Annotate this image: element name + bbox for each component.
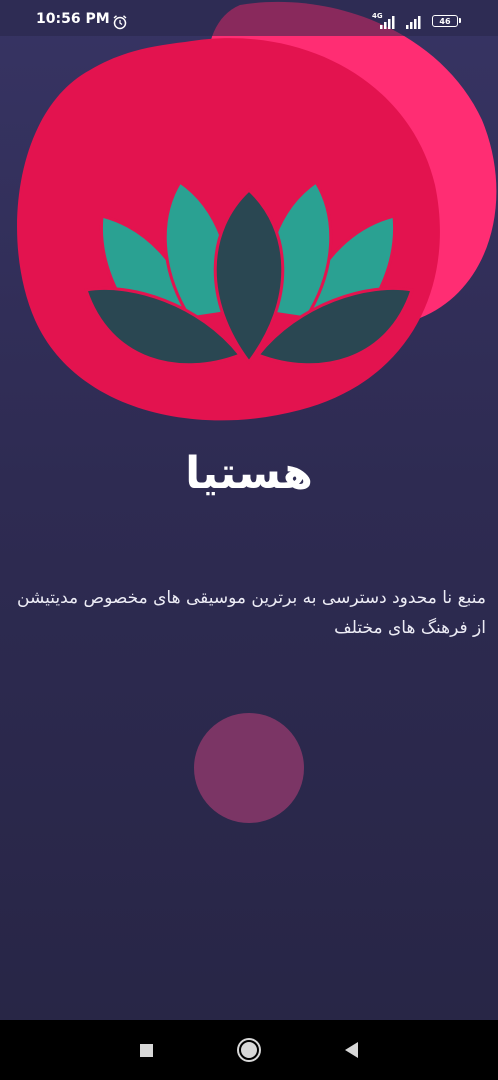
- battery-level: 46: [439, 16, 451, 26]
- status-bar: 10:56 PM 4G 46: [0, 0, 498, 36]
- alarm-icon: [113, 15, 127, 30]
- signal-icon: [380, 16, 395, 29]
- start-button[interactable]: [194, 713, 304, 823]
- app-tagline: منبع نا محدود دسترسی به برترین موسیقی ها…: [17, 588, 486, 638]
- home-button[interactable]: [219, 1020, 279, 1080]
- status-time: 10:56 PM: [36, 11, 110, 27]
- recent-apps-button[interactable]: [116, 1020, 176, 1080]
- back-icon: [344, 1042, 358, 1058]
- battery-icon: 46: [432, 15, 461, 27]
- recent-apps-icon: [139, 1043, 153, 1057]
- signal-icon: [406, 16, 421, 29]
- app-title: هستیا: [185, 448, 313, 499]
- navigation-bar: [0, 1020, 498, 1080]
- hero-illustration: [17, 1, 497, 421]
- home-icon: [239, 1040, 259, 1060]
- back-button[interactable]: [321, 1020, 381, 1080]
